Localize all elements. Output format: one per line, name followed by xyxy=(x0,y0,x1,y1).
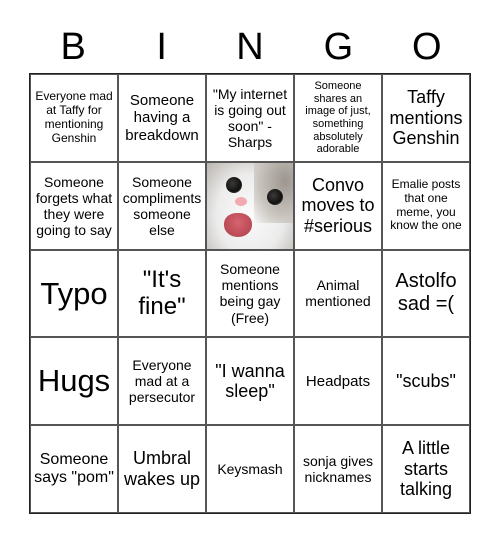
bingo-cell[interactable]: Someone having a breakdown xyxy=(118,74,206,162)
header-letter-o: O xyxy=(412,26,442,68)
bingo-cell[interactable]: Umbral wakes up xyxy=(118,425,206,513)
bingo-cell[interactable]: Animal mentioned xyxy=(294,249,382,338)
bingo-grid: Everyone mad at Taffy for mentioning Gen… xyxy=(29,73,471,514)
bingo-cell[interactable]: Typo xyxy=(30,249,118,338)
cat-eye-right xyxy=(267,188,284,205)
bingo-cell[interactable]: Someone says "pom" xyxy=(30,425,118,513)
bingo-cell[interactable]: Someone compliments someone else xyxy=(118,161,206,250)
bingo-cell[interactable]: "I wanna sleep" xyxy=(206,337,294,426)
bingo-cell[interactable]: sonja gives nicknames xyxy=(294,425,382,513)
header-letter-n: N xyxy=(236,26,264,68)
bingo-cell[interactable]: Everyone mad at a persecutor xyxy=(118,337,206,426)
bingo-cell[interactable]: Convo moves to #serious xyxy=(294,161,382,250)
cat-eye-left xyxy=(225,176,242,193)
bingo-cell[interactable]: Taffy mentions Genshin xyxy=(382,74,470,162)
bingo-cell[interactable]: Astolfo sad =( xyxy=(382,249,470,338)
header-letter-g: G xyxy=(323,26,354,68)
bingo-cell[interactable]: Someone forgets what they were going to … xyxy=(30,161,118,250)
bingo-cell[interactable]: Headpats xyxy=(294,337,382,426)
bingo-cell[interactable]: "It's fine" xyxy=(118,249,206,338)
bingo-cell[interactable]: Someone mentions being gay (Free) xyxy=(206,249,294,338)
header-letter-i: I xyxy=(156,26,167,68)
bingo-cell[interactable]: "My internet is going out soon" - Sharps xyxy=(206,74,294,162)
bingo-cell[interactable]: Emalie posts that one meme, you know the… xyxy=(382,161,470,250)
header-letter-b: B xyxy=(60,26,86,68)
bingo-cell[interactable]: Keysmash xyxy=(206,425,294,513)
cat-mouth xyxy=(224,212,252,237)
bingo-header: B I N G O xyxy=(29,22,471,72)
bingo-cell[interactable]: "scubs" xyxy=(382,337,470,426)
bingo-cell[interactable]: Someone shares an image of just, somethi… xyxy=(294,74,382,162)
bingo-cell[interactable]: A little starts talking xyxy=(382,425,470,513)
bingo-cell[interactable]: Everyone mad at Taffy for mentioning Gen… xyxy=(30,74,118,162)
cat-nose xyxy=(234,197,247,207)
bingo-cell[interactable]: Hugs xyxy=(30,337,118,426)
free-space-cat-image[interactable] xyxy=(206,161,294,250)
